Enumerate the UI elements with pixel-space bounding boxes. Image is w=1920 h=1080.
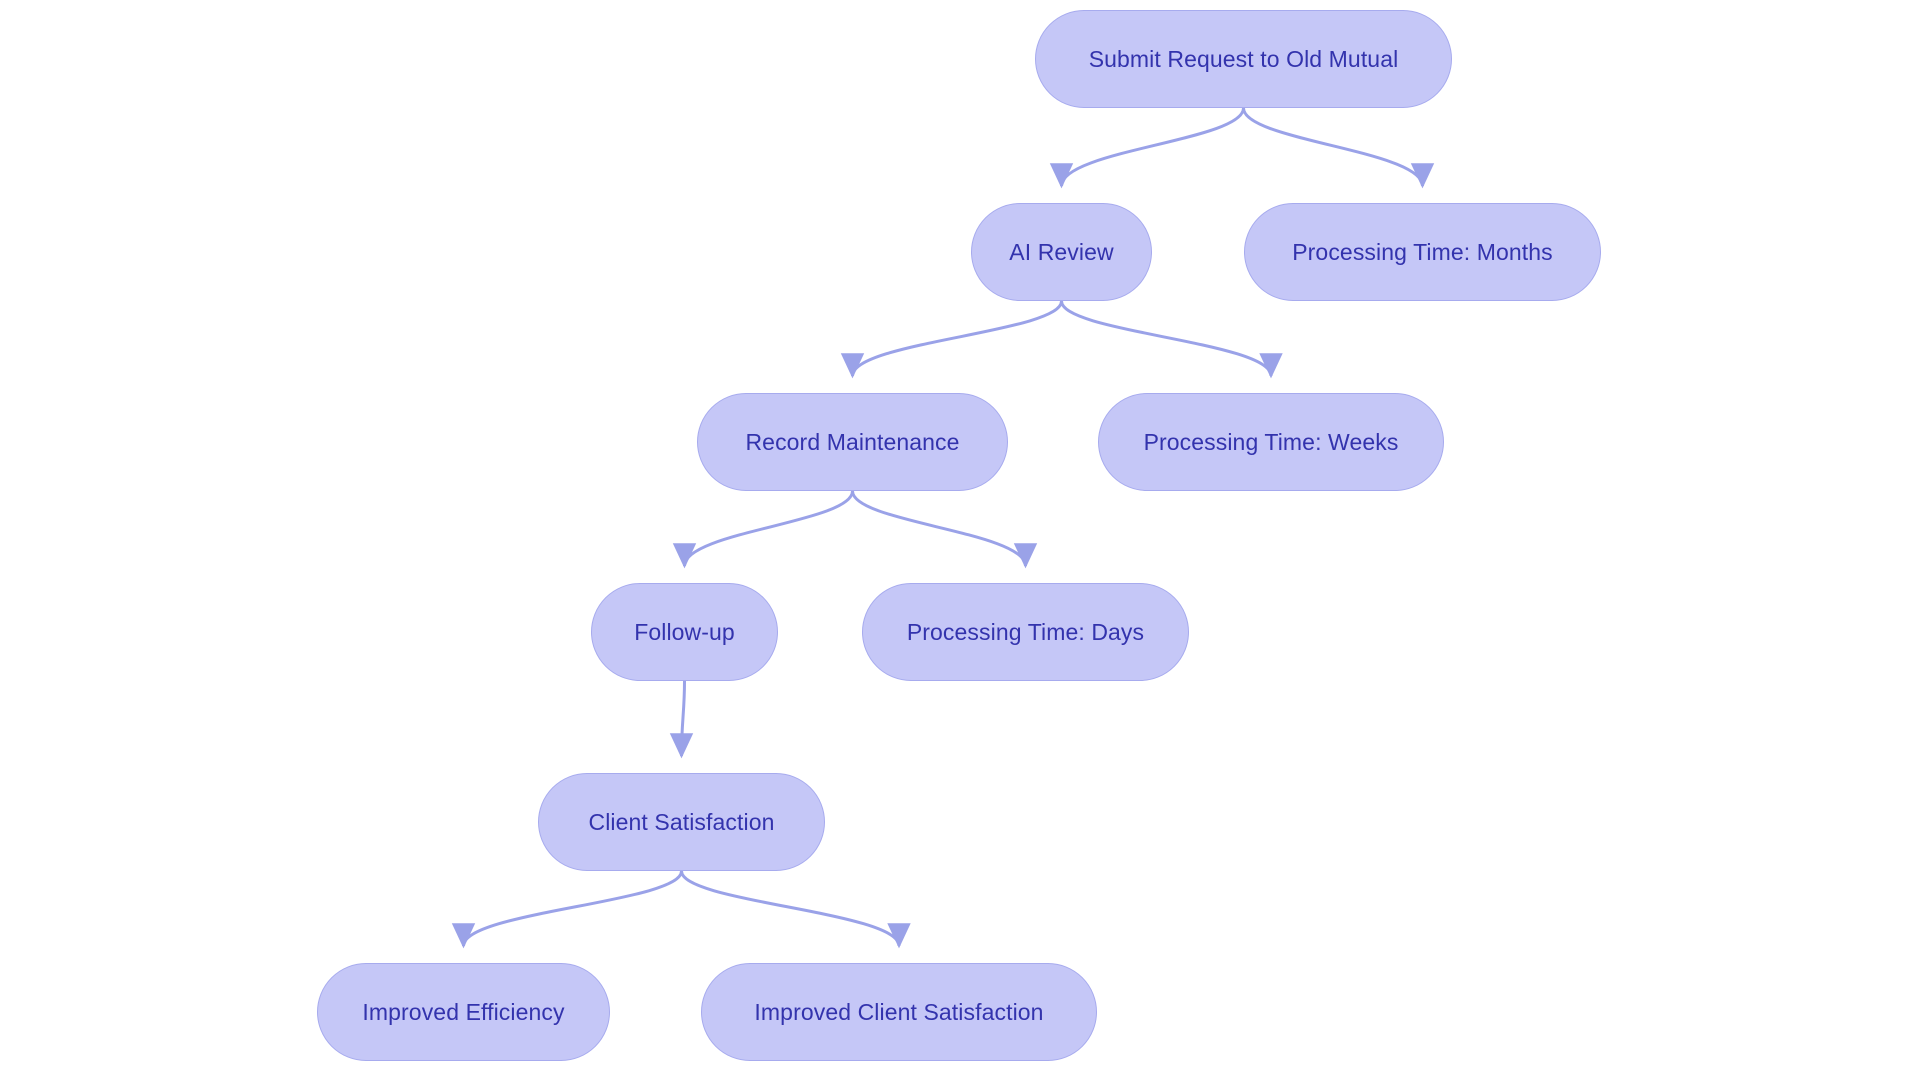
node-label: Processing Time: Months <box>1292 238 1553 265</box>
node-label: AI Review <box>1009 238 1114 265</box>
edge-layer <box>451 107 1435 949</box>
node-improved-client-satisfaction[interactable]: Improved Client Satisfaction <box>701 963 1097 1061</box>
flowchart-canvas: Submit Request to Old Mutual AI Review Pro… <box>0 0 1920 1080</box>
node-follow-up[interactable]: Follow-up <box>591 583 778 681</box>
edge-submit-to-ai-review <box>1049 107 1245 189</box>
edge-ai-review-to-record <box>840 300 1063 379</box>
node-label: Record Maintenance <box>745 428 960 455</box>
edge-followup-to-client-satisfaction <box>669 680 694 759</box>
node-improved-efficiency[interactable]: Improved Efficiency <box>317 963 610 1061</box>
node-label: Improved Client Satisfaction <box>754 998 1044 1025</box>
node-submit-request[interactable]: Submit Request to Old Mutual <box>1035 10 1452 108</box>
edge-client-satisfaction-to-efficiency <box>451 870 683 949</box>
node-label: Follow-up <box>634 618 735 645</box>
node-client-satisfaction[interactable]: Client Satisfaction <box>538 773 825 871</box>
node-processing-time-weeks[interactable]: Processing Time: Weeks <box>1098 393 1444 491</box>
node-processing-time-days[interactable]: Processing Time: Days <box>862 583 1189 681</box>
node-label: Processing Time: Days <box>906 618 1145 645</box>
node-processing-time-months[interactable]: Processing Time: Months <box>1244 203 1601 301</box>
node-label: Improved Efficiency <box>362 998 565 1025</box>
node-label: Client Satisfaction <box>588 808 775 835</box>
edge-submit-to-months <box>1242 107 1435 189</box>
node-record-maintenance[interactable]: Record Maintenance <box>697 393 1008 491</box>
edge-record-to-followup <box>672 490 854 569</box>
node-label: Processing Time: Weeks <box>1143 428 1399 455</box>
edge-client-satisfaction-to-improved-satisfaction <box>680 870 911 949</box>
edge-ai-review-to-weeks <box>1060 300 1283 379</box>
node-ai-review[interactable]: AI Review <box>971 203 1152 301</box>
node-label: Submit Request to Old Mutual <box>1088 45 1399 72</box>
edge-record-to-days <box>851 490 1038 569</box>
